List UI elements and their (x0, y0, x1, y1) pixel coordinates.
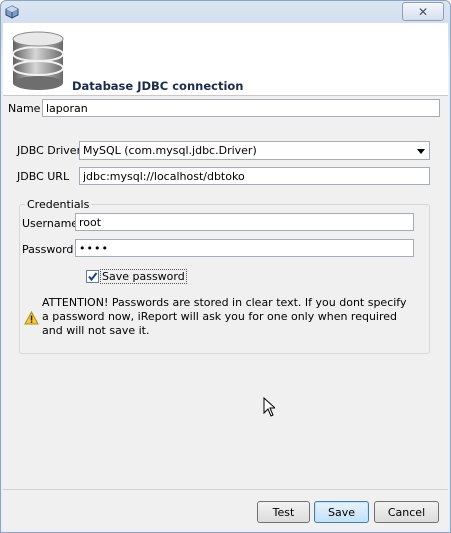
save-password-checkbox[interactable] (86, 270, 99, 283)
save-password-label[interactable]: Save password (100, 269, 187, 284)
jdbc-url-label: JDBC URL (17, 170, 70, 183)
jdbc-url-field[interactable] (79, 167, 430, 185)
dialog-footer: Test Save Cancel (3, 489, 448, 531)
title-bar: ✕ (1, 1, 450, 23)
app-cube-icon (5, 5, 19, 19)
name-field[interactable] (42, 99, 440, 117)
username-input[interactable] (79, 215, 413, 230)
test-button[interactable]: Test (257, 501, 310, 523)
password-field[interactable]: •••• (75, 239, 414, 257)
warning-icon (24, 311, 39, 325)
username-label: Username (22, 217, 79, 230)
username-field[interactable] (75, 213, 414, 231)
close-button[interactable]: ✕ (402, 2, 444, 21)
dialog-window: ✕ Database JDBC connection Name laporan … (0, 0, 451, 533)
database-icon (12, 31, 64, 90)
jdbc-driver-label: JDBC Driver (17, 144, 82, 157)
jdbc-driver-select[interactable]: MySQL (com.mysql.jdbc.Driver) (79, 141, 430, 160)
name-label: Name (8, 102, 41, 115)
credentials-title: Credentials (25, 198, 92, 211)
mouse-cursor-icon (263, 397, 275, 417)
chevron-down-icon[interactable] (417, 149, 425, 154)
dialog-content: Database JDBC connection Name JDBC Drive… (3, 23, 448, 531)
save-button[interactable]: Save (314, 501, 369, 523)
checkmark-icon (88, 272, 98, 282)
warning-text: ATTENTION! Passwords are stored in clear… (42, 296, 407, 337)
cancel-button[interactable]: Cancel (374, 501, 439, 523)
jdbc-url-input[interactable] (83, 169, 429, 184)
password-input[interactable]: •••• (79, 242, 109, 255)
header-title: Database JDBC connection (72, 79, 244, 93)
jdbc-driver-value: MySQL (com.mysql.jdbc.Driver) (83, 144, 257, 157)
close-icon: ✕ (417, 4, 429, 19)
dialog-header: Database JDBC connection (3, 23, 448, 96)
password-label: Password (22, 243, 74, 256)
name-input[interactable] (46, 101, 439, 116)
